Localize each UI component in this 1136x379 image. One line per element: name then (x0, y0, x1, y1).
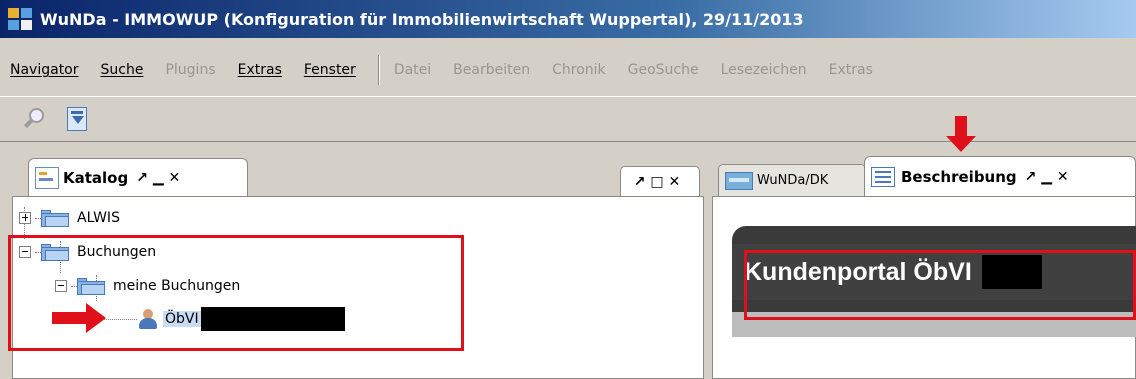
menu-bar: Navigator Suche Plugins Extras Fenster D… (0, 50, 1136, 90)
menu-fenster[interactable]: Fenster (304, 62, 356, 78)
tab-katalog-controls[interactable]: ↗ ▁ ✕ (136, 170, 180, 186)
folder-icon (41, 209, 71, 227)
expand-icon[interactable] (19, 212, 31, 224)
menu-bearbeiten: Bearbeiten (453, 62, 531, 78)
download-button[interactable] (62, 104, 92, 134)
tab-beschreibung[interactable]: Beschreibung ↗ ▁ ✕ (864, 156, 1136, 196)
menu-separator (377, 55, 380, 85)
tab-katalog-label: Katalog (63, 168, 129, 187)
tree-item-alwis[interactable]: ALWIS (19, 207, 120, 229)
catalog-icon (35, 166, 59, 189)
menu-chronik: Chronik (552, 62, 606, 78)
list-icon (871, 166, 895, 187)
menu-suche[interactable]: Suche (101, 62, 144, 78)
annotation-arrow-down (946, 116, 976, 154)
highlight-box-portal (744, 250, 1136, 320)
app-icon (8, 8, 34, 30)
download-icon (67, 107, 87, 131)
menu-extras-2: Extras (828, 62, 873, 78)
tab-katalog[interactable]: Katalog ↗ ▁ ✕ (28, 158, 248, 196)
title-bar: WuNDa - IMMOWUP (Konfiguration für Immob… (0, 0, 1136, 38)
annotation-arrow-right (52, 303, 108, 333)
menu-extras[interactable]: Extras (238, 62, 282, 78)
tab-wunda-dk-label: WuNDa/DK (757, 173, 829, 188)
tab-beschreibung-label: Beschreibung (901, 167, 1017, 186)
tree-label: ALWIS (77, 210, 120, 226)
menu-lesezeichen: Lesezeichen (720, 62, 807, 78)
window-title: WuNDa - IMMOWUP (Konfiguration für Immob… (40, 9, 804, 29)
menu-geosuche: GeoSuche (627, 62, 699, 78)
menu-navigator[interactable]: Navigator (10, 62, 79, 78)
menu-datei: Datei (393, 62, 432, 78)
panel-controls-label[interactable]: ↗ □ ✕ (634, 174, 680, 190)
tab-wunda-dk[interactable]: WuNDa/DK (718, 164, 866, 196)
map-icon (725, 171, 753, 190)
highlight-box (8, 235, 464, 351)
katalog-tabbar: Katalog ↗ ▁ ✕ ↗ □ ✕ (12, 154, 704, 196)
tab-beschreibung-controls[interactable]: ↗ ▁ ✕ (1025, 169, 1069, 185)
search-icon (23, 107, 47, 131)
menu-plugins: Plugins (165, 62, 216, 78)
panel-window-controls[interactable]: ↗ □ ✕ (620, 166, 700, 196)
search-button[interactable] (20, 104, 50, 134)
